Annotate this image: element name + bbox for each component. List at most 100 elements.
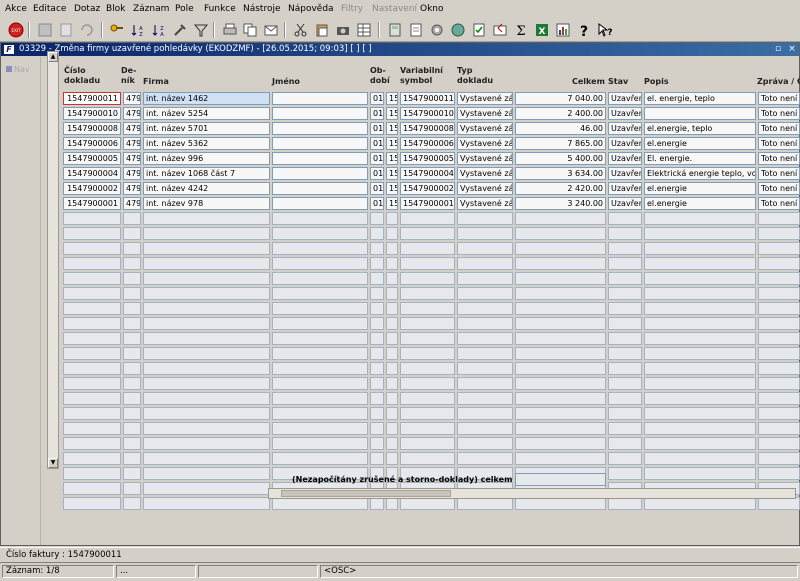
cell-ob2[interactable] bbox=[386, 362, 398, 375]
cell-denik[interactable] bbox=[123, 392, 141, 405]
cell-ob1[interactable] bbox=[370, 257, 384, 270]
cell-zprava[interactable] bbox=[758, 227, 800, 240]
cell-celkem[interactable] bbox=[515, 392, 606, 405]
cell-denik[interactable] bbox=[123, 407, 141, 420]
cell-stav[interactable]: Uzavřen bbox=[608, 182, 642, 195]
column-header-denik[interactable]: De-ník bbox=[121, 66, 136, 86]
cell-jmeno[interactable] bbox=[272, 437, 368, 450]
cell-celkem[interactable] bbox=[515, 317, 606, 330]
cell-typ[interactable] bbox=[457, 257, 513, 270]
cell-ob1[interactable] bbox=[370, 392, 384, 405]
column-header-typ[interactable]: Typ dokladu bbox=[457, 66, 493, 86]
cell-stav[interactable] bbox=[608, 257, 642, 270]
cell-vs[interactable]: 1547900010 bbox=[400, 107, 455, 120]
cell-jmeno[interactable] bbox=[272, 287, 368, 300]
cell-jmeno[interactable] bbox=[272, 92, 368, 105]
cell-ob1[interactable]: 01 bbox=[370, 197, 384, 210]
cell-firma[interactable]: int. název 5254 bbox=[143, 107, 270, 120]
cell-ob1[interactable] bbox=[370, 227, 384, 240]
cell-stav[interactable] bbox=[608, 362, 642, 375]
cell-jmeno[interactable] bbox=[272, 392, 368, 405]
cell-popis[interactable] bbox=[644, 467, 756, 480]
key-icon[interactable] bbox=[108, 21, 126, 39]
cell-ob1[interactable] bbox=[370, 347, 384, 360]
cell-celkem[interactable]: 5 400.00 bbox=[515, 152, 606, 165]
cell-stav[interactable] bbox=[608, 212, 642, 225]
cell-stav[interactable] bbox=[608, 272, 642, 285]
table-row[interactable]: 1547900002479int. název 4242011515479000… bbox=[63, 182, 800, 197]
cell-ob1[interactable] bbox=[370, 287, 384, 300]
cell-cislo[interactable]: 1547900008 bbox=[63, 122, 121, 135]
cell-cislo[interactable] bbox=[63, 302, 121, 315]
cell-ob1[interactable] bbox=[370, 272, 384, 285]
cell-zprava[interactable] bbox=[758, 212, 800, 225]
cell-popis[interactable] bbox=[644, 377, 756, 390]
scroll-up-icon[interactable]: ▲ bbox=[48, 52, 58, 62]
close-icon[interactable]: × bbox=[787, 44, 797, 54]
cell-firma[interactable] bbox=[143, 407, 270, 420]
cell-vs[interactable] bbox=[400, 392, 455, 405]
cell-denik[interactable] bbox=[123, 287, 141, 300]
cell-denik[interactable] bbox=[123, 467, 141, 480]
empty-row[interactable] bbox=[63, 212, 800, 227]
cell-vs[interactable] bbox=[400, 302, 455, 315]
cell-cislo[interactable] bbox=[63, 497, 121, 510]
empty-row[interactable] bbox=[63, 392, 800, 407]
cell-popis[interactable] bbox=[644, 257, 756, 270]
globe-icon[interactable] bbox=[449, 21, 467, 39]
cell-zprava[interactable]: Toto není d bbox=[758, 107, 800, 120]
cell-cislo[interactable] bbox=[63, 422, 121, 435]
print-icon[interactable] bbox=[221, 21, 239, 39]
cell-celkem[interactable] bbox=[515, 272, 606, 285]
cell-popis[interactable]: el.energie bbox=[644, 182, 756, 195]
empty-row[interactable] bbox=[63, 302, 800, 317]
menu-zaznam[interactable]: Záznam bbox=[133, 3, 169, 15]
cell-celkem[interactable] bbox=[515, 437, 606, 450]
cell-jmeno[interactable] bbox=[272, 197, 368, 210]
cell-stav[interactable]: Uzavřen bbox=[608, 122, 642, 135]
cell-ob2[interactable] bbox=[386, 272, 398, 285]
cell-ob1[interactable]: 01 bbox=[370, 92, 384, 105]
cell-denik[interactable] bbox=[123, 212, 141, 225]
menu-blok[interactable]: Blok bbox=[106, 3, 125, 15]
cell-zprava[interactable]: Toto není d bbox=[758, 122, 800, 135]
cell-firma[interactable] bbox=[143, 317, 270, 330]
cell-ob2[interactable] bbox=[386, 392, 398, 405]
cell-zprava[interactable] bbox=[758, 362, 800, 375]
cell-ob1[interactable] bbox=[370, 332, 384, 345]
cell-celkem[interactable] bbox=[515, 287, 606, 300]
exit-icon[interactable]: EXIT bbox=[7, 21, 25, 39]
table-row[interactable]: 1547900004479int. název 1068 část 701151… bbox=[63, 167, 800, 182]
menu-editace[interactable]: Editace bbox=[33, 3, 66, 15]
cell-stav[interactable]: Uzavřen bbox=[608, 107, 642, 120]
empty-row[interactable] bbox=[63, 362, 800, 377]
cell-celkem[interactable]: 2 420.00 bbox=[515, 182, 606, 195]
cell-jmeno[interactable] bbox=[272, 317, 368, 330]
cell-jmeno[interactable] bbox=[272, 182, 368, 195]
cell-firma[interactable]: int. název 1068 část 7 bbox=[143, 167, 270, 180]
cell-ob1[interactable]: 01 bbox=[370, 107, 384, 120]
empty-row[interactable] bbox=[63, 332, 800, 347]
cell-cislo[interactable] bbox=[63, 332, 121, 345]
cell-zprava[interactable] bbox=[758, 272, 800, 285]
cell-ob1[interactable] bbox=[370, 362, 384, 375]
cell-typ[interactable] bbox=[457, 287, 513, 300]
cell-vs[interactable] bbox=[400, 362, 455, 375]
cell-celkem[interactable]: 7 040.00 bbox=[515, 92, 606, 105]
cell-denik[interactable] bbox=[123, 347, 141, 360]
save-icon[interactable] bbox=[36, 21, 54, 39]
cell-ob2[interactable] bbox=[386, 302, 398, 315]
menu-napoveda[interactable]: Nápověda bbox=[288, 3, 334, 15]
cell-ob2[interactable] bbox=[386, 422, 398, 435]
cell-cislo[interactable] bbox=[63, 377, 121, 390]
cell-denik[interactable] bbox=[123, 332, 141, 345]
cell-ob1[interactable]: 01 bbox=[370, 137, 384, 150]
cell-popis[interactable]: el.energie bbox=[644, 137, 756, 150]
cell-jmeno[interactable] bbox=[272, 137, 368, 150]
cell-ob2[interactable] bbox=[386, 347, 398, 360]
cell-zprava[interactable] bbox=[758, 437, 800, 450]
scissors-icon[interactable] bbox=[292, 21, 310, 39]
cell-firma[interactable]: int. název 4242 bbox=[143, 182, 270, 195]
cell-typ[interactable]: Vystavené zá bbox=[457, 122, 513, 135]
cell-celkem[interactable] bbox=[515, 242, 606, 255]
